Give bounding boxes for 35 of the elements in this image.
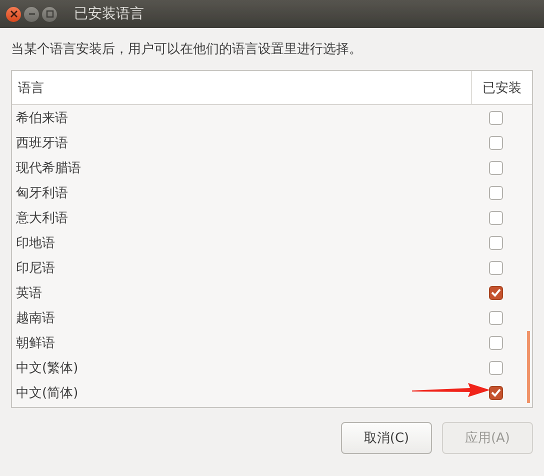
scrollbar-thumb[interactable] xyxy=(527,331,530,403)
column-header[interactable]: 已安装 xyxy=(471,71,532,104)
maximize-button[interactable] xyxy=(42,6,57,22)
language-name: 西班牙语 xyxy=(16,134,68,152)
installed-checkbox[interactable] xyxy=(489,386,503,400)
column-header[interactable]: 语言 xyxy=(12,71,471,104)
installed-checkbox[interactable] xyxy=(489,360,503,374)
installed-checkbox[interactable] xyxy=(489,136,503,150)
installed-checkbox[interactable] xyxy=(489,336,503,350)
installed-checkbox[interactable] xyxy=(489,310,503,324)
language-name: 希伯来语 xyxy=(16,110,68,126)
dialog-button[interactable]: 取消(C) xyxy=(341,422,432,454)
installed-checkbox[interactable] xyxy=(489,186,503,200)
language-name: 印尼语 xyxy=(16,260,55,276)
language-name: 越南语 xyxy=(16,310,55,326)
maximize-icon xyxy=(46,10,54,18)
window-title: 已安装语言 xyxy=(74,5,144,23)
installed-checkbox[interactable] xyxy=(489,236,503,250)
language-name: 英语 xyxy=(16,284,42,302)
installed-checkbox[interactable] xyxy=(489,110,503,124)
installed-checkbox[interactable] xyxy=(489,286,503,300)
installed-checkbox[interactable] xyxy=(489,160,503,174)
installed-checkbox[interactable] xyxy=(489,210,503,224)
minimize-button[interactable] xyxy=(24,6,39,22)
language-name: 印地语 xyxy=(16,234,55,252)
language-name: 朝鲜语 xyxy=(16,334,55,352)
language-name: 中文(简体) xyxy=(16,384,78,402)
language-name: 匈牙利语 xyxy=(16,184,68,202)
language-name: 现代希腊语 xyxy=(16,160,81,176)
installed-checkbox[interactable] xyxy=(489,260,503,274)
close-button[interactable] xyxy=(6,6,21,22)
language-name: 中文(繁体) xyxy=(16,360,78,376)
language-name: 意大利语 xyxy=(16,210,68,226)
close-icon xyxy=(10,10,18,18)
description-text: 当某个语言安装后，用户可以在他们的语言设置里进行选择。 xyxy=(11,41,363,58)
